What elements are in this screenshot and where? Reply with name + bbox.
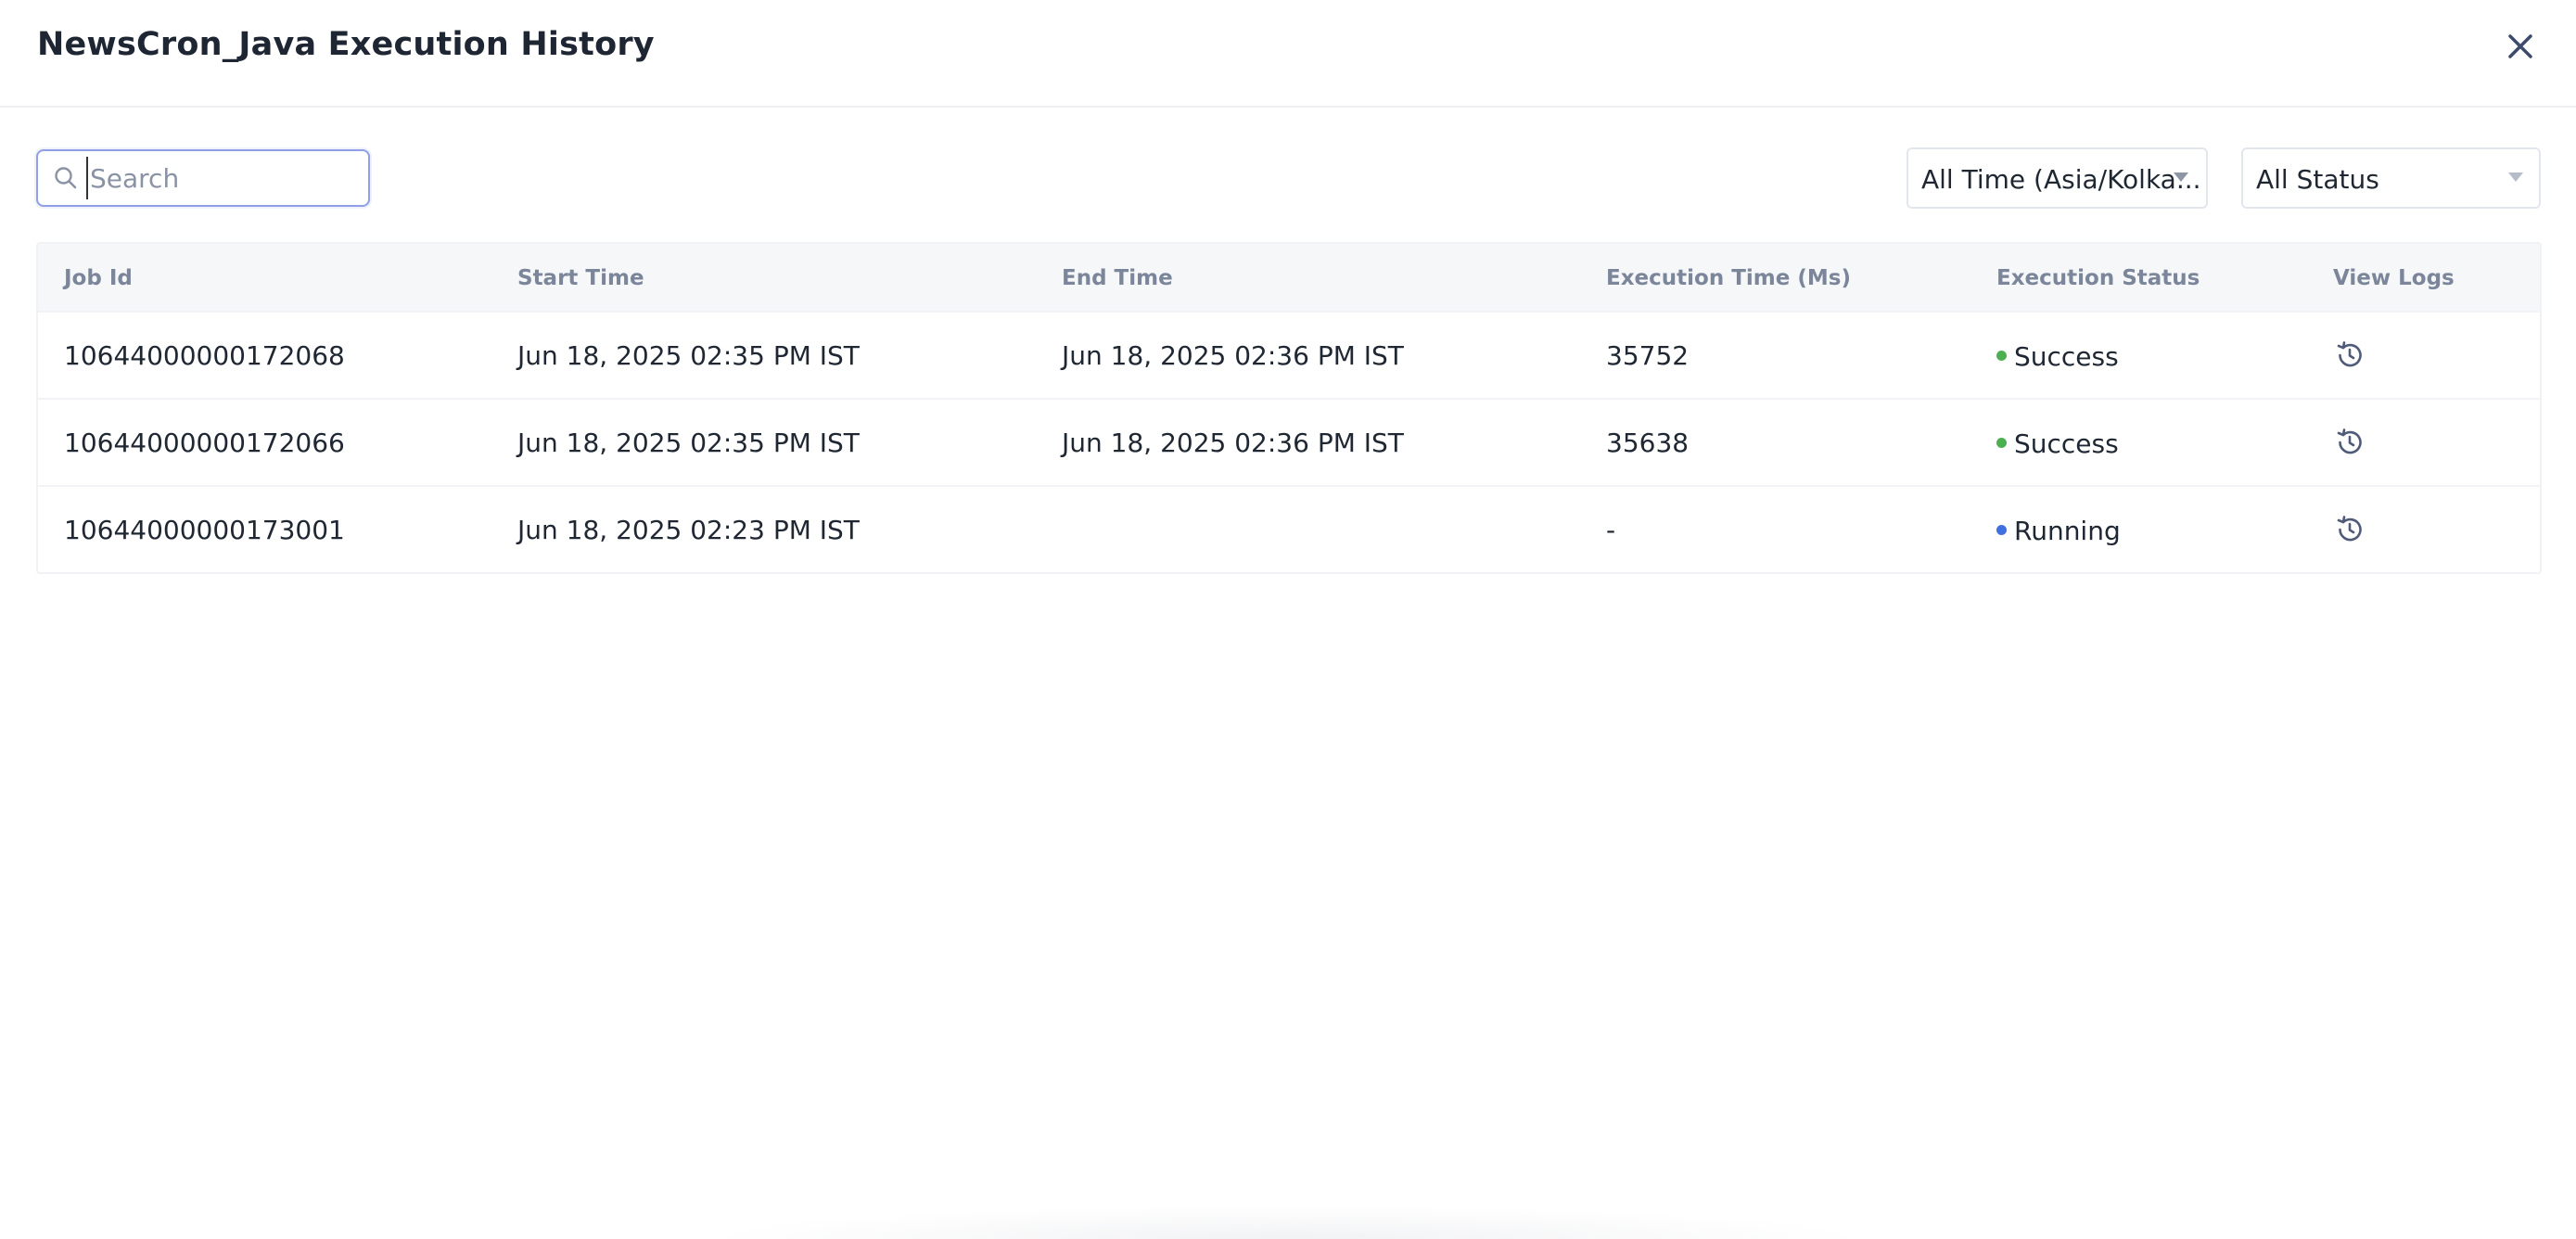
time-range-select[interactable]: All Time (Asia/Kolka... [1906,147,2208,209]
status-label: Success [2014,341,2119,372]
status-value: All Status [2256,164,2379,195]
close-icon [2508,34,2532,58]
history-icon [2337,516,2362,542]
table-header: Job Id Start Time End Time Execution Tim… [38,244,2540,311]
view-logs-button[interactable] [2333,338,2366,372]
close-button[interactable] [2502,28,2539,65]
column-header-view-logs: View Logs [2333,266,2455,290]
status-select[interactable]: All Status [2241,147,2541,209]
search-input[interactable] [86,157,359,199]
time-range-value: All Time (Asia/Kolka... [1921,164,2201,195]
execution-history-table: Job Id Start Time End Time Execution Tim… [36,242,2542,574]
column-header-end-time: End Time [1062,266,1173,290]
end-time-cell: Jun 18, 2025 02:36 PM IST [1062,428,1404,458]
column-header-job-id: Job Id [64,266,133,290]
modal-header: NewsCron_Java Execution History [0,0,2576,108]
end-time-cell: Jun 18, 2025 02:36 PM IST [1062,340,1404,371]
status-label: Running [2014,516,2121,546]
view-logs-button[interactable] [2333,513,2366,546]
status-dot [1996,437,2007,448]
column-header-execution-status: Execution Status [1996,266,2200,290]
table-row: 10644000000172068 Jun 18, 2025 02:35 PM … [38,311,2540,398]
status-badge: Success [1996,428,2119,459]
job-id-cell: 10644000000172066 [64,428,345,458]
execution-time-cell: 35638 [1606,428,1690,458]
execution-time-cell: 35752 [1606,340,1690,371]
history-icon [2337,428,2362,454]
search-icon [55,167,77,189]
caret-down-icon [2508,172,2523,182]
table-row: 10644000000173001 Jun 18, 2025 02:23 PM … [38,485,2540,572]
execution-time-cell: - [1606,515,1616,545]
start-time-cell: Jun 18, 2025 02:35 PM IST [517,340,860,371]
start-time-cell: Jun 18, 2025 02:23 PM IST [517,515,860,545]
search-box[interactable] [36,149,370,207]
modal-bottom-shadow [705,1206,1873,1239]
status-badge: Running [1996,516,2121,546]
caret-down-icon [2174,172,2188,182]
job-id-cell: 10644000000173001 [64,515,345,545]
column-header-execution-time: Execution Time (Ms) [1606,266,1851,290]
history-icon [2337,341,2362,367]
status-label: Success [2014,428,2119,459]
view-logs-button[interactable] [2333,426,2366,459]
column-header-start-time: Start Time [517,266,644,290]
status-dot [1996,524,2007,535]
table-row: 10644000000172066 Jun 18, 2025 02:35 PM … [38,398,2540,485]
status-badge: Success [1996,341,2119,372]
modal-title: NewsCron_Java Execution History [37,26,655,63]
job-id-cell: 10644000000172068 [64,340,345,371]
start-time-cell: Jun 18, 2025 02:35 PM IST [517,428,860,458]
status-dot [1996,350,2007,361]
